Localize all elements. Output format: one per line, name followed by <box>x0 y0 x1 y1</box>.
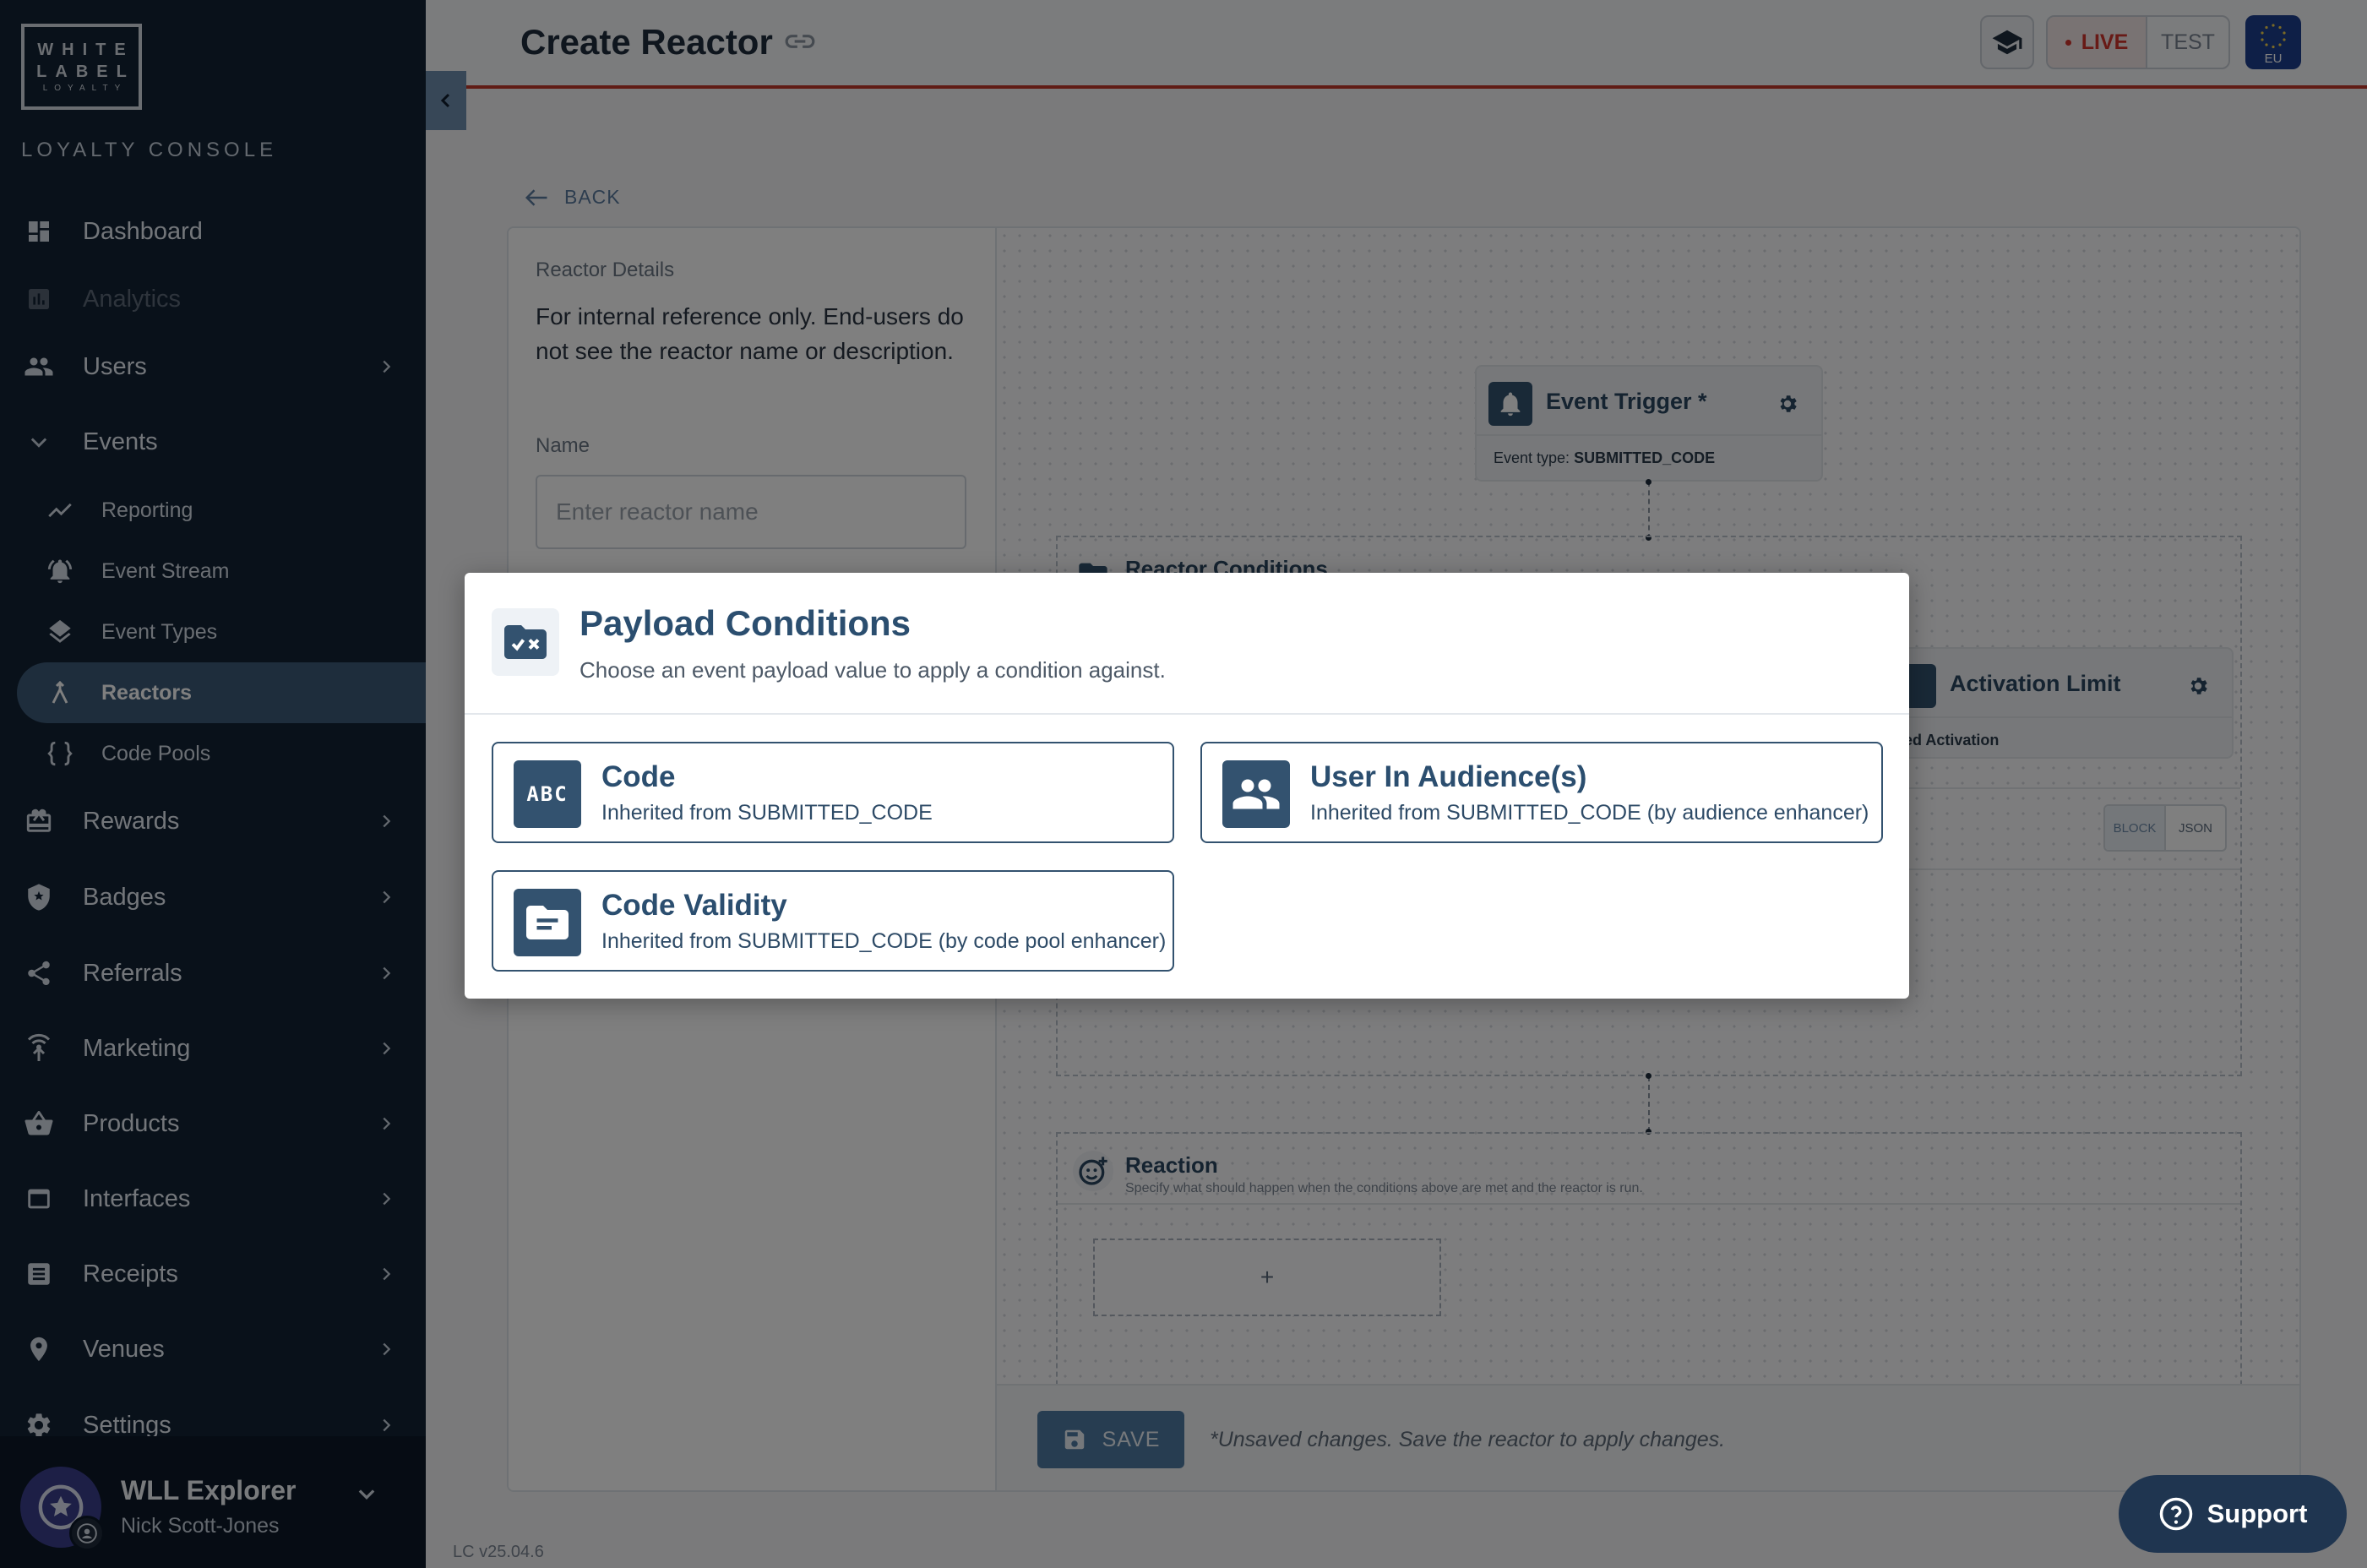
option-code[interactable]: ABC Code Inherited from SUBMITTED_CODE <box>492 742 1174 843</box>
modal-header: Payload Conditions Choose an event paylo… <box>465 573 1909 715</box>
modal-title: Payload Conditions <box>580 603 911 643</box>
modal-subtitle: Choose an event payload value to apply a… <box>580 657 1166 683</box>
payload-conditions-modal: Payload Conditions Choose an event paylo… <box>465 573 1909 999</box>
option-user-in-audiences[interactable]: User In Audience(s) Inherited from SUBMI… <box>1200 742 1883 843</box>
text-abc-icon: ABC <box>514 760 581 828</box>
users-icon <box>1222 760 1290 828</box>
folder-check-icon <box>492 608 559 676</box>
folder-document-icon <box>514 889 581 956</box>
support-button[interactable]: Support <box>2119 1475 2347 1553</box>
help-circle-icon <box>2159 1497 2192 1531</box>
option-code-validity[interactable]: Code Validity Inherited from SUBMITTED_C… <box>492 870 1174 972</box>
